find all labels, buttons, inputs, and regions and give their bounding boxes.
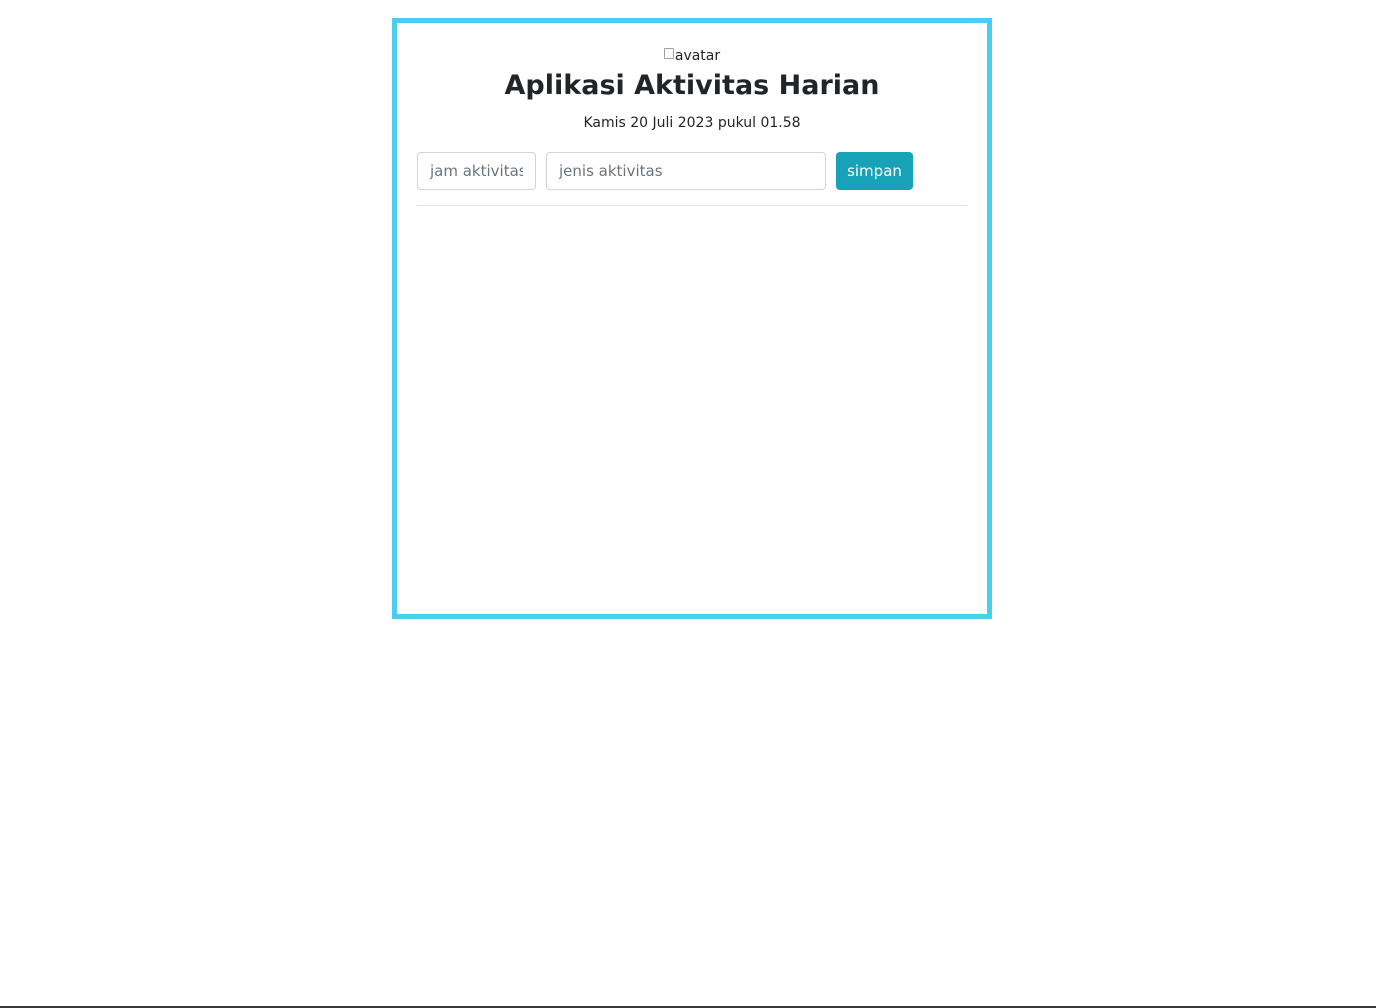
broken-image-icon (663, 47, 674, 59)
app-card: avatar Aplikasi Aktivitas Harian Kamis 2… (392, 18, 992, 619)
activity-type-input[interactable] (546, 152, 826, 190)
save-button[interactable]: simpan (836, 152, 913, 190)
page: avatar Aplikasi Aktivitas Harian Kamis 2… (0, 0, 1376, 1008)
avatar-alt-text: avatar (674, 48, 721, 64)
activity-form: simpan (417, 152, 967, 190)
page-title: Aplikasi Aktivitas Harian (504, 70, 880, 101)
activity-list (417, 213, 967, 608)
activity-time-input[interactable] (417, 152, 536, 190)
avatar: avatar (663, 46, 721, 66)
divider (417, 205, 967, 206)
current-date: Kamis 20 Juli 2023 pukul 01.58 (583, 115, 801, 131)
app-header: avatar Aplikasi Aktivitas Harian Kamis 2… (397, 23, 987, 133)
